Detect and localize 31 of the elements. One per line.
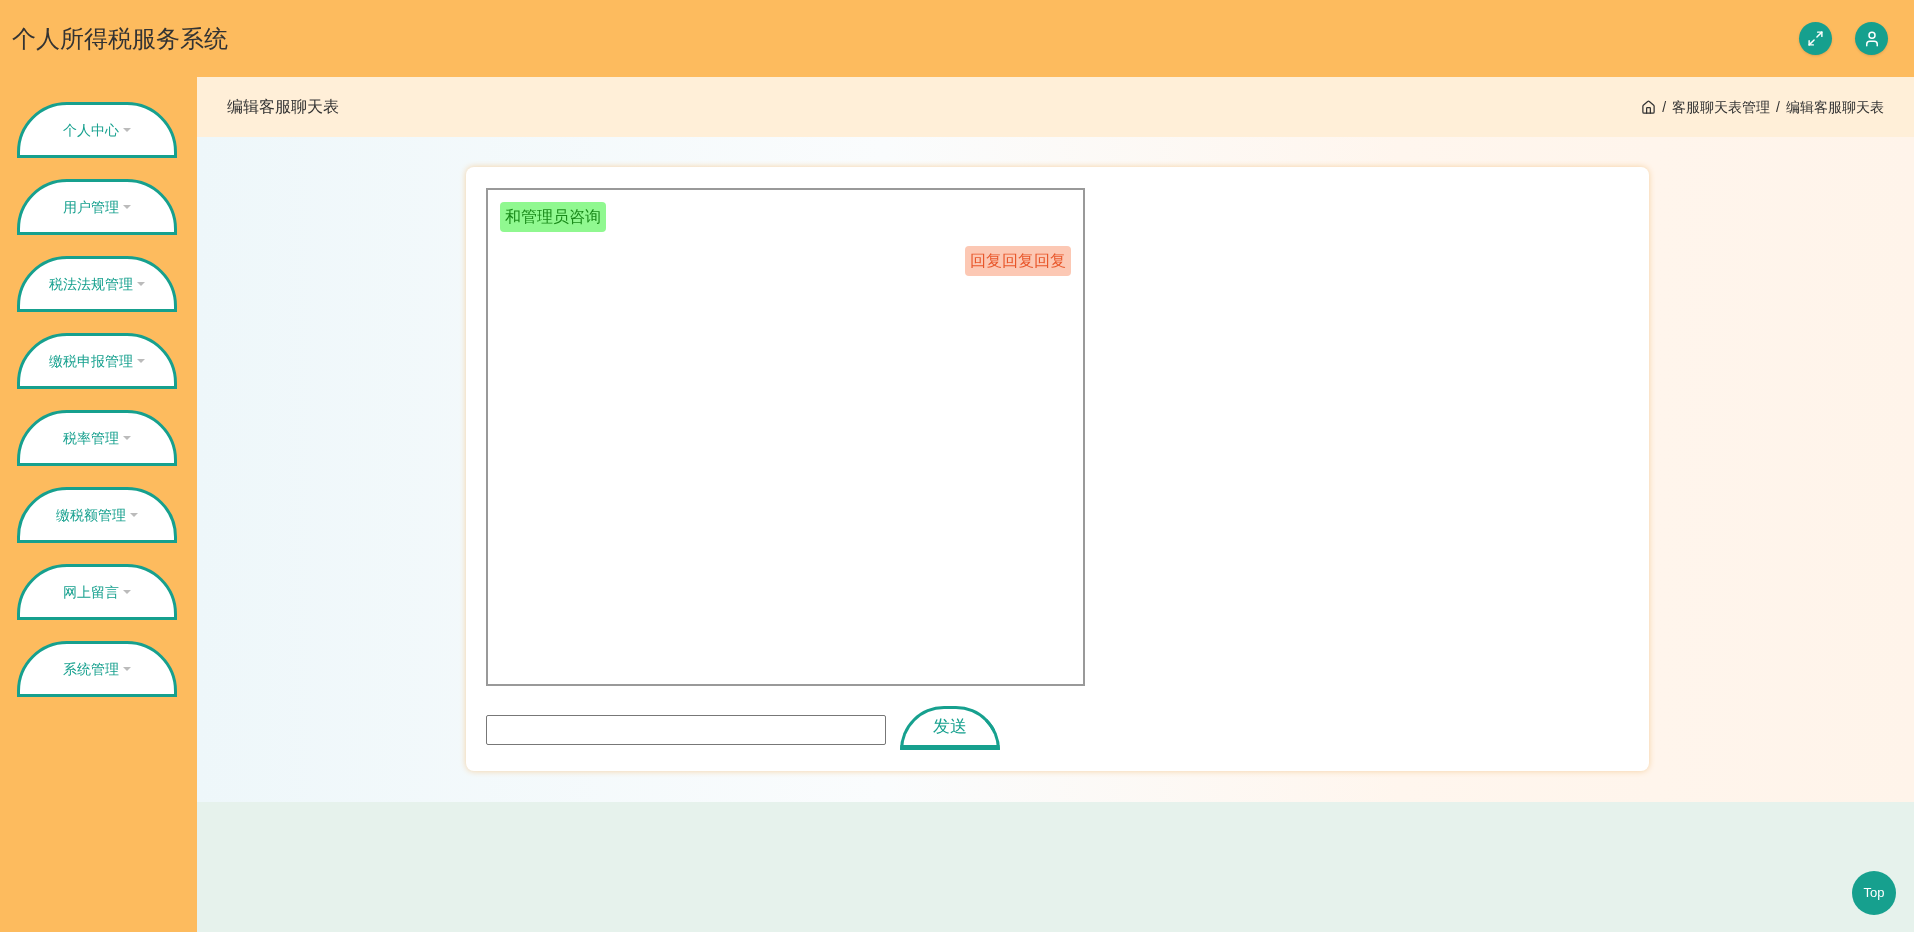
sidebar-menu-item[interactable]: 用户管理 bbox=[17, 179, 177, 235]
breadcrumb-link[interactable]: 编辑客服聊天表 bbox=[1786, 96, 1884, 118]
home-icon[interactable] bbox=[1641, 99, 1657, 115]
sidebar-menu-item[interactable]: 网上留言 bbox=[17, 564, 177, 620]
sidebar-menu-item[interactable]: 税率管理 bbox=[17, 410, 177, 466]
user-button[interactable] bbox=[1855, 22, 1888, 55]
breadcrumb-link[interactable]: 客服聊天表管理 bbox=[1672, 96, 1771, 118]
fullscreen-button[interactable] bbox=[1799, 22, 1832, 55]
breadcrumb-separator: / bbox=[1776, 97, 1780, 117]
chat-message: 和管理员咨询 bbox=[500, 202, 606, 232]
caret-icon bbox=[137, 359, 145, 363]
caret-icon bbox=[123, 436, 131, 440]
sidebar-menu-item[interactable]: 缴税申报管理 bbox=[17, 333, 177, 389]
caret-icon bbox=[123, 667, 131, 671]
page-title: 编辑客服聊天表 bbox=[227, 97, 339, 117]
caret-icon bbox=[137, 282, 145, 286]
sidebar-menu-item[interactable]: 税法法规管理 bbox=[17, 256, 177, 312]
message-input[interactable] bbox=[486, 715, 886, 745]
app-title: 个人所得税服务系统 bbox=[12, 23, 228, 54]
caret-icon bbox=[123, 590, 131, 594]
sidebar-menu-item[interactable]: 系统管理 bbox=[17, 641, 177, 697]
breadcrumb-separator: / bbox=[1662, 97, 1667, 117]
caret-icon bbox=[130, 513, 138, 517]
back-to-top-button[interactable]: Top bbox=[1852, 871, 1896, 915]
caret-icon bbox=[123, 128, 131, 132]
sidebar-menu-item[interactable]: 个人中心 bbox=[17, 102, 177, 158]
chat-message: 回复回复回复 bbox=[965, 246, 1071, 276]
expand-icon bbox=[1807, 30, 1824, 47]
sidebar-menu-item[interactable]: 缴税额管理 bbox=[17, 487, 177, 543]
send-button[interactable]: 发送 bbox=[900, 706, 1000, 750]
caret-icon bbox=[123, 205, 131, 209]
